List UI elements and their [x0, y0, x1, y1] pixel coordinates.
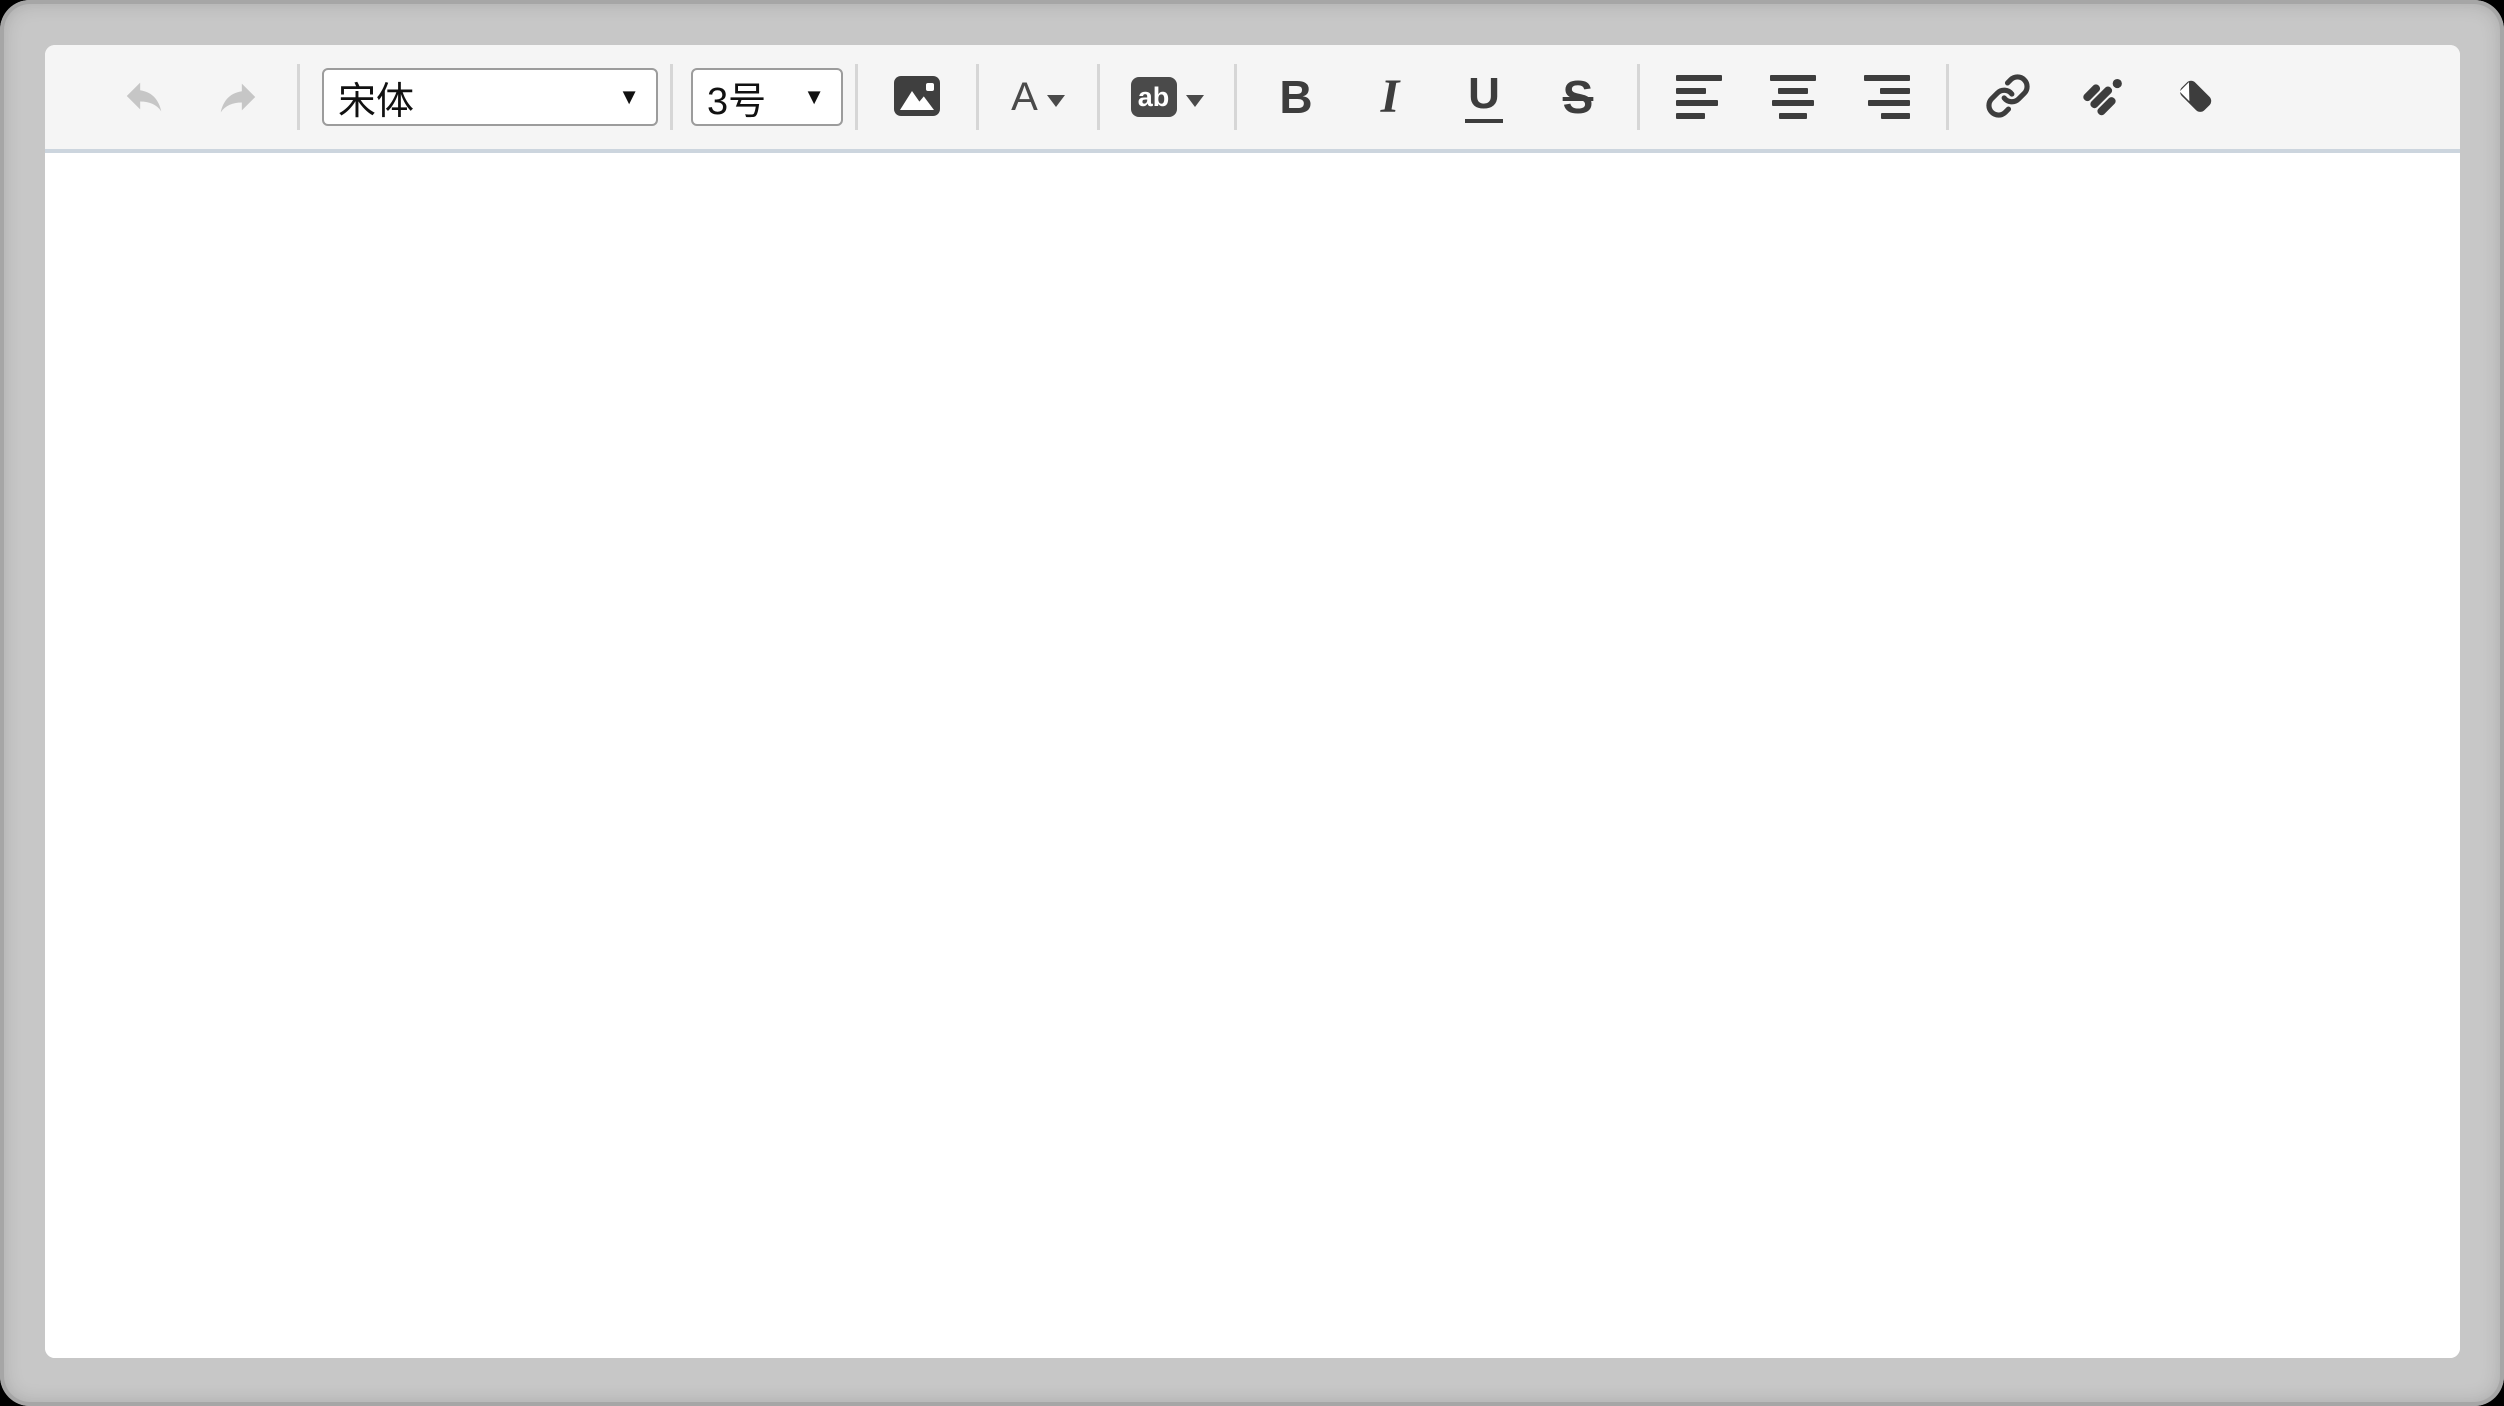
toolbar-separator	[1637, 64, 1640, 130]
bold-button[interactable]: B	[1249, 50, 1343, 144]
align-center-icon	[1770, 75, 1816, 119]
redo-icon	[215, 74, 261, 120]
brush-icon	[2078, 72, 2126, 123]
align-right-button[interactable]	[1840, 50, 1934, 144]
caret-down-icon: ▼	[618, 86, 640, 108]
font-color-button[interactable]: A	[991, 50, 1085, 144]
toolbar-separator	[1234, 64, 1237, 130]
caret-down-icon: ▼	[803, 86, 825, 108]
rich-text-editor-window: 宋体 ▼ 3号 ▼	[45, 45, 2460, 1358]
toolbar-separator	[1097, 64, 1100, 130]
align-left-button[interactable]	[1652, 50, 1746, 144]
align-center-button[interactable]	[1746, 50, 1840, 144]
underline-button[interactable]: U	[1437, 50, 1531, 144]
strikethrough-button[interactable]: S	[1531, 50, 1625, 144]
editor-frame: 宋体 ▼ 3号 ▼	[0, 0, 2504, 1406]
toolbar-separator	[976, 64, 979, 130]
eraser-icon	[2172, 72, 2220, 123]
undo-button[interactable]	[97, 50, 191, 144]
image-icon	[893, 74, 941, 121]
toolbar-separator	[1946, 64, 1949, 130]
link-icon	[1985, 73, 2031, 122]
align-left-icon	[1676, 75, 1722, 119]
underline-label: U	[1465, 72, 1503, 123]
caret-down-icon	[1047, 95, 1065, 107]
toolbar-separator	[297, 64, 300, 130]
toolbar-separator	[670, 64, 673, 130]
strikethrough-label: S	[1563, 74, 1594, 120]
editor-toolbar: 宋体 ▼ 3号 ▼	[45, 45, 2460, 153]
insert-link-button[interactable]	[1961, 50, 2055, 144]
redo-button[interactable]	[191, 50, 285, 144]
italic-button[interactable]: I	[1343, 50, 1437, 144]
caret-down-icon	[1186, 95, 1204, 107]
undo-icon	[121, 73, 167, 122]
highlight-color-button[interactable]: ab	[1112, 50, 1222, 144]
insert-image-button[interactable]	[870, 50, 964, 144]
font-family-value: 宋体	[338, 70, 414, 125]
font-size-value: 3号	[707, 70, 766, 125]
font-size-select[interactable]: 3号 ▼	[691, 68, 843, 126]
toolbar-separator	[855, 64, 858, 130]
italic-label: I	[1381, 73, 1400, 121]
editor-content[interactable]	[45, 153, 2460, 1358]
eraser-button[interactable]	[2149, 50, 2243, 144]
format-painter-button[interactable]	[2055, 50, 2149, 144]
font-color-label: A	[1011, 77, 1038, 117]
bold-label: B	[1279, 74, 1312, 120]
align-right-icon	[1864, 75, 1910, 119]
font-family-select[interactable]: 宋体 ▼	[322, 68, 658, 126]
highlight-badge: ab	[1131, 77, 1177, 117]
